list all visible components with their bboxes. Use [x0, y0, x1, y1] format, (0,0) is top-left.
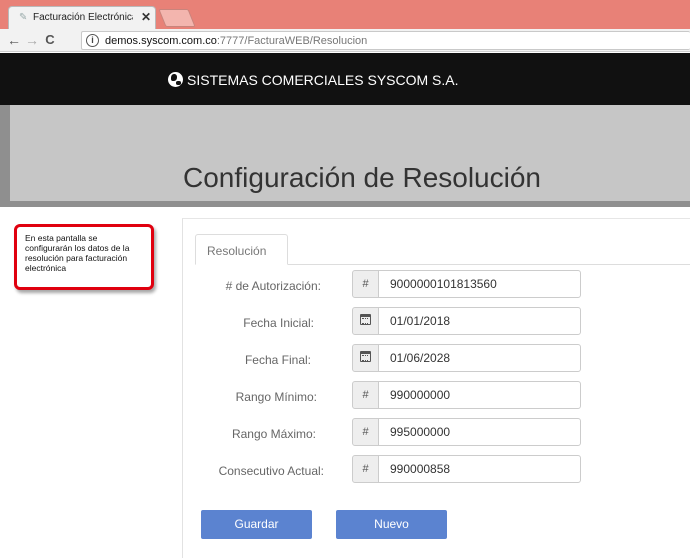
brand[interactable]: SISTEMAS COMERCIALES SYSCOM S.A. [168, 71, 459, 89]
close-tab-icon[interactable]: ✕ [139, 10, 153, 24]
autorizacion-input[interactable]: 9000000101813560 [378, 270, 581, 298]
tab-resolucion-label: Resolución [207, 244, 267, 258]
fecha-final-input[interactable]: 01/06/2028 [378, 344, 581, 372]
url-path: :7777/FacturaWEB/Resolucion [216, 35, 368, 47]
url-field[interactable]: i demos.syscom.com.co:7777/FacturaWEB/Re… [81, 31, 690, 50]
address-bar: ← → C i demos.syscom.com.co:7777/Factura… [0, 29, 690, 52]
save-button[interactable]: Guardar [201, 510, 312, 539]
hash-icon: # [352, 381, 379, 409]
new-button[interactable]: Nuevo [336, 510, 447, 539]
autorizacion-label: # de Autorización: [225, 279, 321, 293]
page-title: Configuración de Resolución [183, 162, 541, 193]
calendar-glyph-icon [360, 314, 371, 325]
site-info-icon[interactable]: i [86, 34, 99, 47]
back-arrow-icon[interactable]: ← [6, 32, 22, 48]
hash-icon: # [352, 455, 379, 483]
annotation-text: En esta pantalla se configurarán los dat… [25, 233, 130, 273]
consecutivo-actual-input[interactable]: 990000858 [378, 455, 581, 483]
rango-maximo-input[interactable]: 995000000 [378, 418, 581, 446]
calendar-icon[interactable] [352, 344, 379, 372]
fecha-final-label: Fecha Final: [244, 353, 311, 367]
rango-minimo-label: Rango Mínimo: [235, 390, 317, 404]
browser-tab-title: Facturación Electrónica C [33, 12, 133, 23]
calendar-glyph-icon [360, 351, 371, 362]
fecha-inicial-input[interactable]: 01/01/2018 [378, 307, 581, 335]
consecutivo-actual-label: Consecutivo Actual: [218, 464, 324, 478]
site-header: SISTEMAS COMERCIALES SYSCOM S.A. [0, 53, 690, 105]
globe-icon [168, 72, 183, 87]
rango-minimo-input[interactable]: 990000000 [378, 381, 581, 409]
hash-icon: # [352, 270, 379, 298]
page-favicon-icon: ✎ [19, 12, 28, 23]
brand-name: SISTEMAS COMERCIALES SYSCOM S.A. [187, 72, 459, 88]
url-text: demos.syscom.com.co:7777/FacturaWEB/Reso… [105, 35, 367, 48]
reload-icon[interactable]: C [42, 32, 58, 48]
annotation-note: En esta pantalla se configurarán los dat… [14, 224, 154, 290]
calendar-icon[interactable] [352, 307, 379, 335]
new-tab-button[interactable] [158, 9, 196, 27]
hash-icon: # [352, 418, 379, 446]
url-host: demos.syscom.com.co [105, 35, 217, 47]
browser-tab-strip: ✎ Facturación Electrónica C ✕ [0, 0, 690, 29]
forward-arrow-icon[interactable]: → [24, 32, 40, 48]
tab-resolucion[interactable]: Resolución [195, 234, 288, 265]
browser-tab[interactable]: ✎ Facturación Electrónica C ✕ [8, 6, 156, 29]
rango-maximo-label: Rango Máximo: [231, 427, 316, 441]
fecha-inicial-label: Fecha Inicial: [243, 316, 314, 330]
